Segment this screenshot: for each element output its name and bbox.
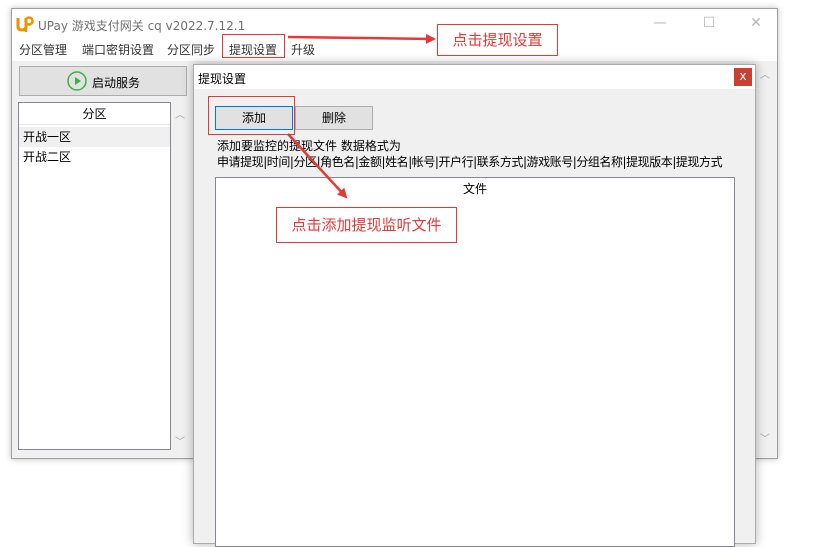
arrow-to-menu-callout	[287, 33, 436, 44]
annotation-arrows	[287, 33, 436, 199]
arrow-to-add-callout	[287, 133, 348, 199]
